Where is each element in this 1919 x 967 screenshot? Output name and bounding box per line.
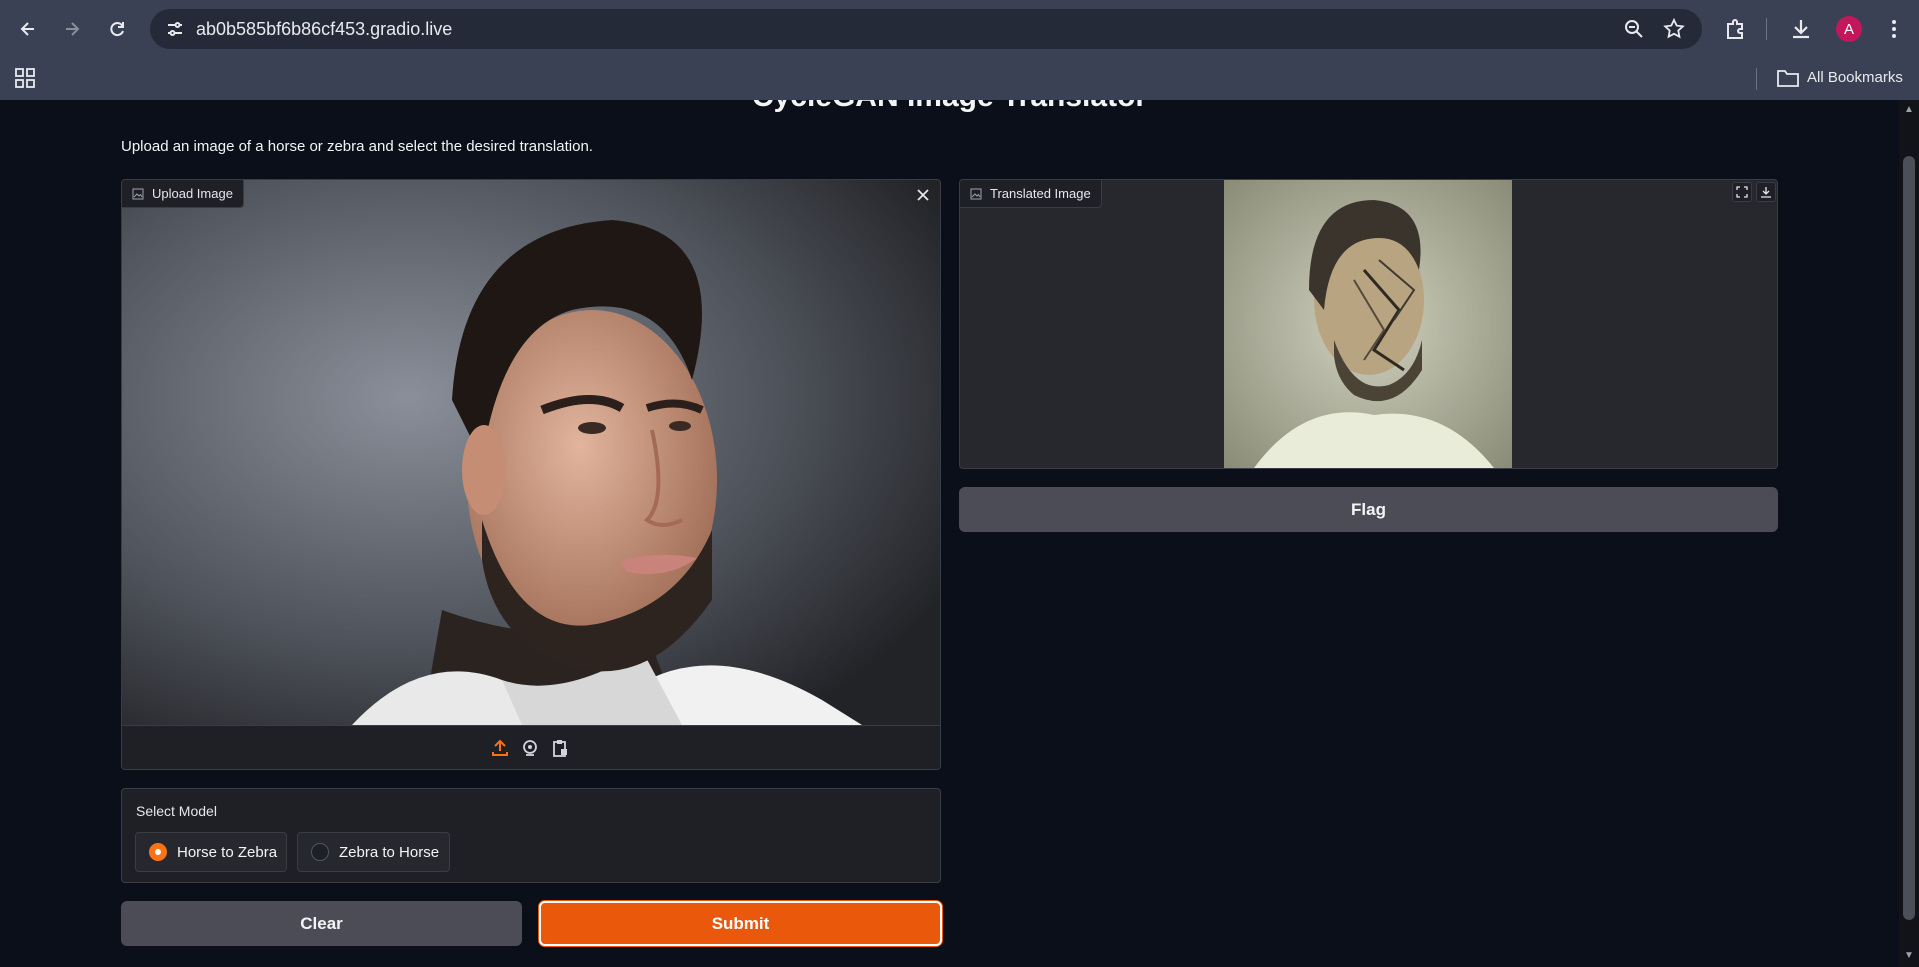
download-image-icon[interactable] — [1756, 182, 1776, 202]
toolbar-divider — [1766, 18, 1767, 40]
clear-button[interactable]: Clear — [121, 901, 522, 946]
url-text[interactable]: ab0b585bf6b86cf453.gradio.live — [196, 19, 452, 40]
select-model-group: Select Model Horse to Zebra Zebra to Hor… — [121, 788, 941, 883]
gradio-page: CycleGAN Image Translator Upload an imag… — [0, 100, 1899, 967]
scroll-down-icon[interactable]: ▼ — [1903, 950, 1915, 962]
reload-icon[interactable] — [101, 13, 133, 45]
radio-horse-to-zebra[interactable]: Horse to Zebra — [135, 832, 287, 872]
address-bar[interactable]: ab0b585bf6b86cf453.gradio.live — [150, 9, 1702, 49]
close-icon[interactable] — [912, 184, 934, 206]
menu-icon[interactable] — [1880, 15, 1908, 43]
upload-icon[interactable] — [490, 738, 510, 758]
extensions-icon[interactable] — [1722, 15, 1750, 43]
apps-icon[interactable] — [13, 66, 37, 90]
upload-image-label: Upload Image — [122, 180, 244, 208]
image-icon — [132, 188, 144, 199]
browser-chrome: ab0b585bf6b86cf453.gradio.live A All Boo… — [0, 0, 1919, 100]
browser-toolbar: ab0b585bf6b86cf453.gradio.live A — [0, 0, 1919, 58]
webcam-icon[interactable] — [520, 738, 540, 758]
radio-button-unchecked[interactable] — [311, 843, 329, 861]
folder-icon[interactable] — [1776, 67, 1800, 89]
scrollbar-thumb[interactable] — [1903, 156, 1915, 920]
star-icon[interactable] — [1662, 17, 1686, 41]
submit-button[interactable]: Submit — [539, 901, 942, 946]
zoom-icon[interactable] — [1622, 17, 1646, 41]
fullscreen-icon[interactable] — [1732, 182, 1752, 202]
page-title: CycleGAN Image Translator — [0, 100, 1899, 114]
source-toolbar — [122, 725, 940, 769]
profile-avatar[interactable]: A — [1836, 16, 1862, 42]
translated-image-panel: Translated Image — [959, 179, 1778, 469]
bookmarks-bar: All Bookmarks — [0, 58, 1919, 100]
radio-zebra-to-horse[interactable]: Zebra to Horse — [297, 832, 450, 872]
flag-button[interactable]: Flag — [959, 487, 1778, 532]
site-settings-icon[interactable] — [164, 18, 186, 40]
radio-label: Zebra to Horse — [339, 843, 440, 861]
page-description: Upload an image of a horse or zebra and … — [121, 138, 593, 155]
radio-label: Horse to Zebra — [177, 843, 278, 861]
back-icon[interactable] — [12, 13, 44, 45]
select-model-label: Select Model — [136, 803, 217, 819]
image-icon — [970, 188, 982, 199]
translated-image-label: Translated Image — [960, 180, 1102, 208]
upload-image-panel[interactable]: Upload Image — [121, 179, 941, 770]
all-bookmarks-link[interactable]: All Bookmarks — [1807, 69, 1903, 86]
scroll-up-icon[interactable]: ▲ — [1903, 104, 1915, 116]
bookmarks-divider — [1756, 68, 1757, 90]
uploaded-image — [122, 180, 940, 725]
translated-image — [1224, 180, 1512, 468]
clipboard-icon[interactable] — [550, 738, 570, 758]
upload-label-text: Upload Image — [152, 186, 233, 201]
translated-label-text: Translated Image — [990, 186, 1091, 201]
forward-icon[interactable] — [56, 13, 88, 45]
radio-button-checked[interactable] — [149, 843, 167, 861]
download-icon[interactable] — [1787, 15, 1815, 43]
